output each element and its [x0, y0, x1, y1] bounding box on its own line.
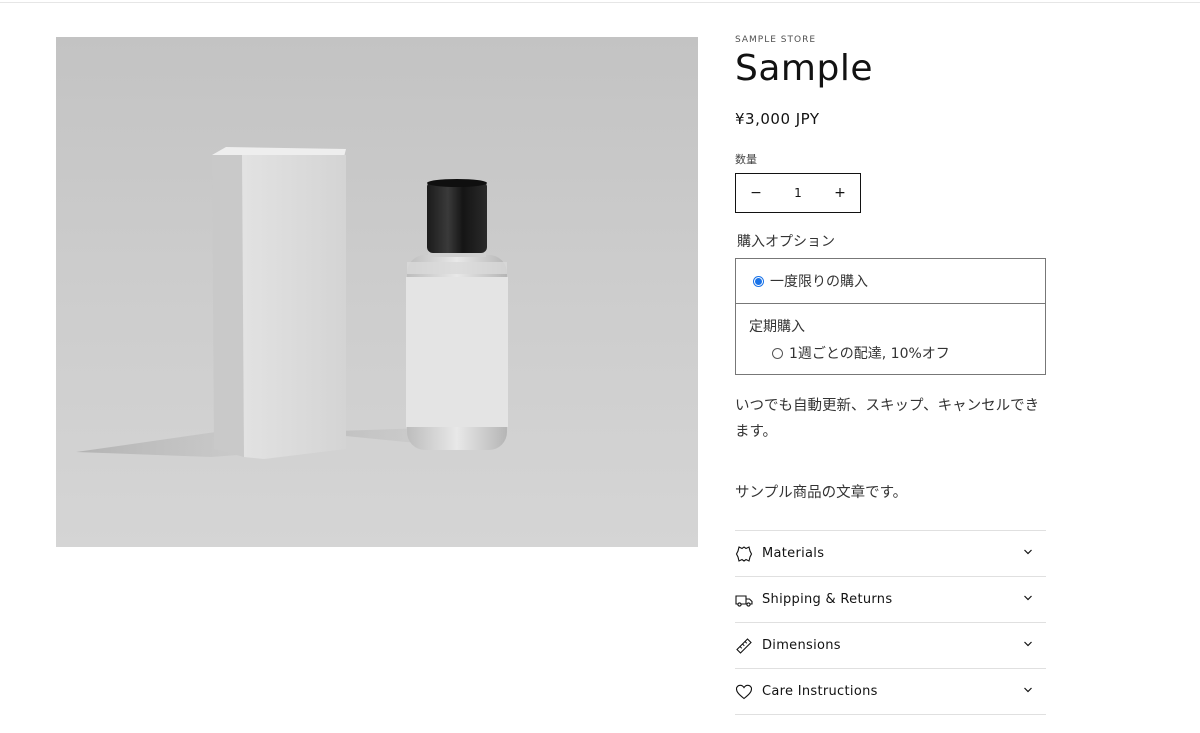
- quantity-input[interactable]: 1: [776, 186, 820, 200]
- chevron-down-icon: [1024, 687, 1032, 693]
- radio-selected-icon[interactable]: [753, 275, 764, 287]
- subscription-option[interactable]: 1週ごとの配達, 10%オフ: [736, 336, 1045, 363]
- subscription-heading: 定期購入: [749, 319, 805, 335]
- product-description: サンプル商品の文章です。: [735, 485, 908, 501]
- one-time-purchase-option[interactable]: 一度限りの購入: [736, 259, 1045, 304]
- one-time-purchase-label: 一度限りの購入: [770, 274, 868, 290]
- purchase-options-label: 購入オプション: [737, 234, 835, 250]
- accordion-title: Materials: [762, 546, 825, 561]
- quantity-label: 数量: [735, 153, 757, 166]
- accordion-title: Dimensions: [762, 638, 841, 653]
- ruler-icon: [735, 637, 753, 655]
- header-divider: [0, 2, 1200, 3]
- quantity-decrease-button[interactable]: −: [736, 174, 776, 212]
- purchase-options-box: 一度限りの購入 定期購入 1週ごとの配達, 10%オフ: [735, 258, 1046, 375]
- accordion-title: Shipping & Returns: [762, 592, 893, 607]
- product-price: ¥3,000 JPY: [735, 110, 820, 128]
- accordion-care-instructions[interactable]: Care Instructions: [735, 668, 1046, 715]
- subscription-note: いつでも自動更新、スキップ、キャンセルできます。: [735, 398, 1040, 440]
- quantity-increase-button[interactable]: +: [820, 174, 860, 212]
- accordion-dimensions[interactable]: Dimensions: [735, 622, 1046, 668]
- accordion-shipping-returns[interactable]: Shipping & Returns: [735, 576, 1046, 622]
- product-title: Sample: [735, 48, 873, 89]
- chevron-down-icon: [1024, 595, 1032, 601]
- product-accordion: Materials Shipping & Returns Dimensions …: [735, 530, 1046, 715]
- accordion-title: Care Instructions: [762, 684, 878, 699]
- subscription-option-label: 1週ごとの配達, 10%オフ: [789, 346, 950, 362]
- heart-icon: [735, 683, 753, 701]
- truck-icon: [735, 591, 753, 609]
- chevron-down-icon: [1024, 641, 1032, 647]
- chevron-down-icon: [1024, 549, 1032, 555]
- product-image[interactable]: [56, 37, 698, 547]
- leather-icon: [735, 545, 753, 563]
- radio-unselected-icon[interactable]: [772, 347, 783, 359]
- product-photo-illustration: [56, 37, 698, 547]
- accordion-materials[interactable]: Materials: [735, 530, 1046, 576]
- vendor-label: SAMPLE STORE: [735, 35, 817, 45]
- quantity-stepper: − 1 +: [735, 173, 861, 213]
